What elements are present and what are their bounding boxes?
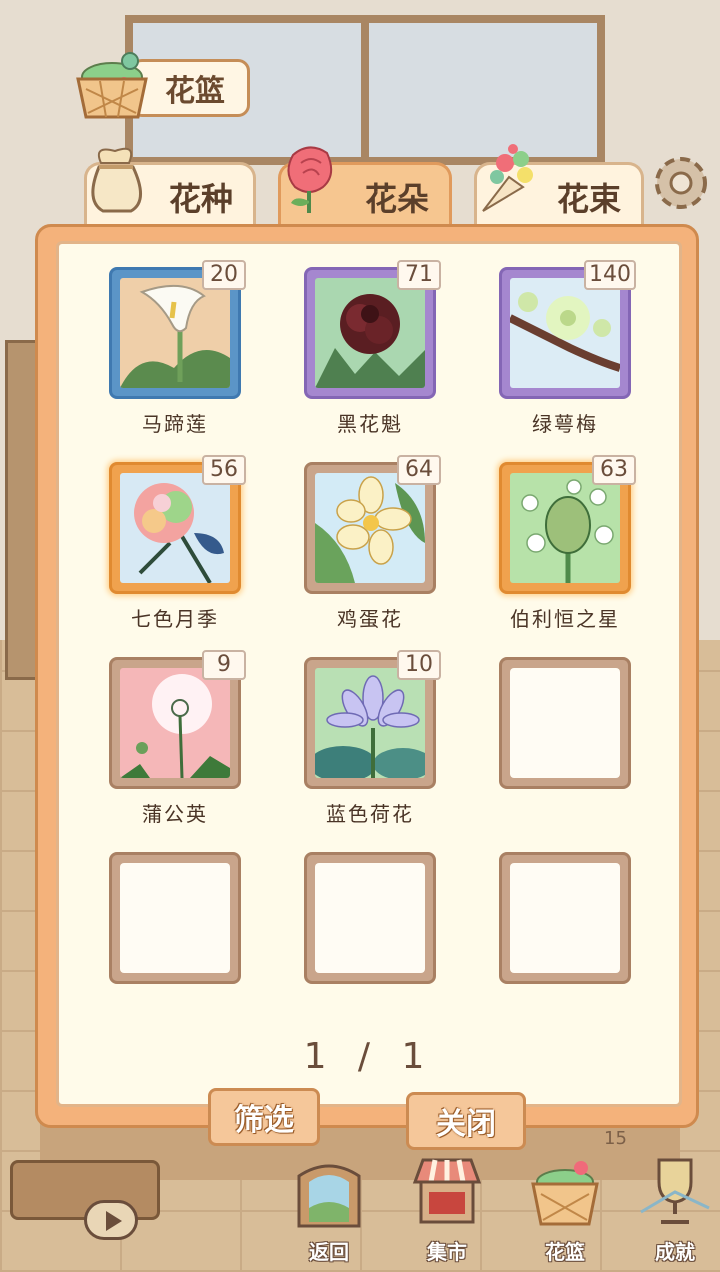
tab-flowers[interactable]: 花朵	[278, 146, 452, 228]
nav-back-label: 返回	[309, 1240, 349, 1264]
flower-count: 71	[397, 260, 441, 290]
empty-slot-face	[510, 863, 620, 973]
flower-slot-green-plum[interactable]: 140	[499, 260, 636, 399]
empty-slot-face	[120, 863, 230, 973]
tab-seeds[interactable]: 花种	[84, 147, 256, 228]
flower-slot-dandelion[interactable]: 9	[109, 650, 246, 789]
flower-count: 140	[584, 260, 636, 290]
tab-seeds-label: 花种	[168, 179, 233, 218]
flower-count: 64	[397, 455, 441, 485]
flower-name: 黑花魁	[337, 412, 403, 436]
rainbow-rose-image	[120, 473, 230, 583]
flower-count: 20	[202, 260, 246, 290]
flower-slot-calla-lily[interactable]: 20	[109, 260, 246, 399]
flower-name: 伯利恒之星	[510, 607, 620, 631]
empty-slot	[109, 852, 241, 984]
calla-lily-image	[120, 278, 230, 388]
star-of-bethlehem-image	[510, 473, 620, 583]
rose-icon	[287, 146, 333, 213]
flower-name: 马蹄莲	[142, 412, 208, 436]
tab-flowers-label: 花朵	[364, 179, 429, 218]
flower-slot-frangipani[interactable]: 64	[304, 455, 441, 594]
flower-count: 63	[592, 455, 636, 485]
flower-inventory-panel: 20 马蹄莲 71 黑花魁 140 绿萼梅 56 七色月季 64 鸡蛋花 63 …	[35, 224, 699, 1128]
nav-achievement-label: 成就	[655, 1240, 695, 1264]
nav-basket-button[interactable]: 花篮	[520, 1152, 610, 1264]
door-icon	[297, 1164, 361, 1228]
flower-name: 鸡蛋花	[337, 607, 403, 631]
green-plum-image	[510, 278, 620, 388]
basket-icon	[76, 52, 148, 119]
flower-name: 七色月季	[131, 607, 219, 631]
empty-slot-face	[315, 863, 425, 973]
nav-back-button[interactable]: 返回	[284, 1152, 374, 1264]
dandelion-image	[120, 668, 230, 778]
flower-name: 蓝色荷花	[326, 802, 414, 826]
nav-basket-label: 花篮	[545, 1240, 585, 1264]
black-peony-image	[315, 278, 425, 388]
empty-slot	[499, 852, 631, 984]
seed-bag-icon	[91, 147, 142, 213]
frangipani-image	[315, 473, 425, 583]
empty-slot	[499, 657, 631, 789]
trophy-icon	[640, 1158, 710, 1224]
play-icon[interactable]	[84, 1200, 138, 1240]
flower-slot-blue-lotus[interactable]: 10	[304, 650, 441, 789]
nav-market-label: 集市	[427, 1240, 467, 1264]
flower-name: 蒲公英	[142, 802, 208, 826]
market-stall-icon	[412, 1158, 482, 1224]
empty-slot-face	[510, 668, 620, 778]
tab-bouquets-label: 花束	[556, 179, 621, 218]
inventory-grid: 20 马蹄莲 71 黑花魁 140 绿萼梅 56 七色月季 64 鸡蛋花 63 …	[56, 241, 682, 1107]
basket-icon	[531, 1161, 599, 1226]
page-indicator: 1 / 1	[303, 1036, 435, 1077]
basket-title: 花篮	[70, 52, 250, 121]
blue-lotus-image	[315, 668, 425, 778]
nav-market-button[interactable]: 集市	[402, 1152, 492, 1264]
close-button[interactable]: 关闭	[406, 1092, 526, 1150]
nav-achievement-button[interactable]: 成就	[630, 1152, 720, 1264]
flower-count: 9	[202, 650, 246, 680]
shelf-number: 15	[604, 1128, 627, 1149]
flower-count: 56	[202, 455, 246, 485]
gear-icon[interactable]	[646, 148, 716, 218]
empty-slot	[304, 852, 436, 984]
flower-name: 绿萼梅	[532, 412, 598, 436]
flower-slot-black-peony[interactable]: 71	[304, 260, 441, 399]
bouquet-icon	[482, 144, 533, 212]
flower-slot-rainbow-rose[interactable]: 56	[109, 455, 246, 594]
flower-count: 10	[397, 650, 441, 680]
tab-bouquets[interactable]: 花束	[474, 144, 644, 228]
flower-slot-star-of-bethlehem[interactable]: 63	[499, 455, 636, 594]
filter-button[interactable]: 筛选	[208, 1088, 320, 1146]
